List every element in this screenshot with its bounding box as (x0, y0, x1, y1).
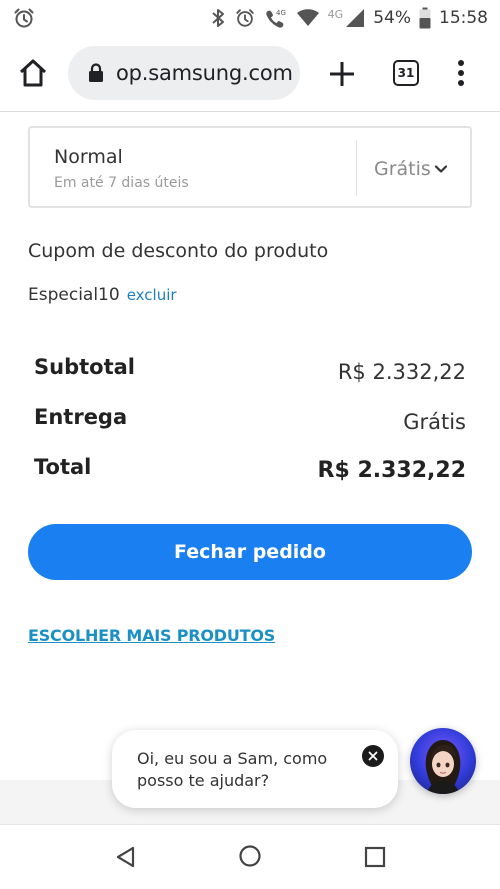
new-tab-icon[interactable] (328, 60, 356, 88)
battery-percent: 54% (373, 8, 411, 28)
applied-coupon: Especial10 excluir (28, 285, 177, 305)
url-text: op.samsung.com (116, 61, 293, 85)
tab-count: 31 (397, 66, 415, 80)
shipping-method-name: Normal (54, 146, 123, 168)
choose-more-products-link[interactable]: ESCOLHER MAIS PRODUTOS (28, 626, 275, 645)
shipping-method-description: Em até 7 dias úteis (54, 175, 189, 191)
recent-apps-icon[interactable] (364, 846, 386, 868)
status-bar: 4G 4G 54% 15:58 (0, 0, 500, 36)
system-navigation-bar (0, 824, 500, 889)
back-icon[interactable] (114, 845, 136, 869)
tab-switcher-button[interactable]: 31 (393, 60, 419, 86)
assistant-avatar[interactable] (410, 728, 476, 794)
delivery-value: Grátis (403, 410, 466, 434)
home-nav-icon[interactable] (238, 844, 262, 868)
lock-icon (89, 63, 103, 82)
browser-toolbar: op.samsung.com 31 (0, 36, 500, 112)
volte-call-icon: 4G (266, 9, 286, 28)
chat-greeting-bubble[interactable]: Oi, eu sou a Sam, como posso te ajudar? (112, 730, 398, 808)
checkout-button[interactable]: Fechar pedido (28, 524, 472, 580)
alarm-icon (235, 9, 254, 27)
subtotal-value: R$ 2.332,22 (337, 360, 466, 384)
wifi-icon (296, 9, 319, 26)
divider (356, 140, 357, 196)
signal-icon (346, 9, 365, 27)
svg-text:4G: 4G (276, 9, 286, 17)
coupon-section-title: Cupom de desconto do produto (28, 240, 329, 262)
chat-message: Oi, eu sou a Sam, como posso te ajudar? (137, 749, 328, 790)
total-value: R$ 2.332,22 (317, 458, 466, 483)
coupon-code: Especial10 (28, 285, 120, 305)
remove-coupon-link[interactable]: excluir (127, 286, 177, 304)
alarm-icon (14, 8, 34, 28)
bluetooth-icon (212, 9, 224, 27)
chevron-down-icon[interactable] (434, 162, 448, 176)
home-icon[interactable] (18, 58, 48, 88)
battery-icon (419, 7, 431, 29)
overflow-menu-icon[interactable] (452, 58, 470, 88)
shipping-price: Grátis (374, 158, 431, 180)
clock: 15:58 (439, 8, 488, 28)
total-label: Total (34, 455, 92, 479)
shipping-method-selector[interactable]: Normal Em até 7 dias úteis Grátis (28, 126, 472, 208)
subtotal-label: Subtotal (34, 355, 135, 379)
delivery-label: Entrega (34, 405, 128, 429)
network-type: 4G (327, 7, 344, 21)
close-icon[interactable] (362, 745, 384, 767)
address-bar[interactable]: op.samsung.com (68, 46, 300, 100)
